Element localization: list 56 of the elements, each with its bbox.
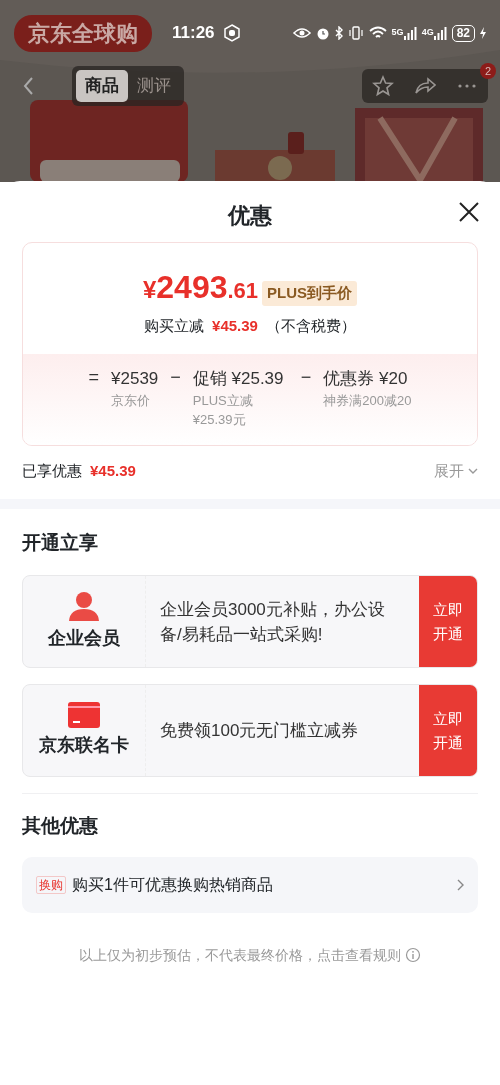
chevron-down-icon <box>468 467 478 475</box>
operator: − <box>300 365 312 389</box>
breakdown-amount: ¥2539 <box>111 367 159 390</box>
signal-icon <box>403 26 417 40</box>
network-label: 5G <box>391 26 404 40</box>
offer-description: 企业会员3000元补贴，办公设备/易耗品一站式采购! <box>160 598 386 646</box>
more-icon <box>458 83 476 88</box>
saving-label: 购买立减 <box>144 316 205 336</box>
section-heading: 其他优惠 <box>22 814 99 838</box>
offer-tag: 换购 <box>36 875 66 894</box>
chevron-right-icon <box>457 878 464 891</box>
breakdown-caption: 神券满200减20 <box>323 392 412 410</box>
offer-name: 企业会员 <box>48 627 120 650</box>
vibrate-icon <box>347 26 364 40</box>
bluetooth-icon <box>334 26 343 40</box>
store-badge: 京东全球购 <box>14 14 152 52</box>
final-price: ¥2493.61 <box>142 268 259 307</box>
disclaimer-text: 以上仅为初步预估，不代表最终价格，点击查看规则 <box>79 945 401 965</box>
sheet-title: 优惠 <box>228 203 272 228</box>
saving-amount: ¥45.39 <box>212 316 258 336</box>
operator: = <box>88 365 99 389</box>
discount-label: 已享优惠 <box>22 461 82 481</box>
discount-amount: ¥45.39 <box>90 461 136 481</box>
network-label: 4G <box>421 26 434 40</box>
eye-icon <box>292 27 311 39</box>
status-time: 11:26 <box>172 22 215 45</box>
chevron-left-icon <box>22 75 34 96</box>
card-icon <box>68 702 100 728</box>
charging-icon <box>480 27 486 39</box>
person-icon <box>68 591 100 621</box>
close-button[interactable] <box>458 201 480 223</box>
operator: − <box>170 365 181 389</box>
wifi-icon <box>368 26 387 40</box>
section-heading: 开通立享 <box>22 530 99 555</box>
offer-description: 免费领100元无门槛立减券 <box>160 720 359 742</box>
battery-level: 82 <box>451 24 475 42</box>
signal-icon <box>433 26 447 40</box>
alarm-icon <box>315 26 330 40</box>
star-icon <box>372 74 394 97</box>
expand-button[interactable]: 展开 <box>434 460 478 483</box>
price-tag: PLUS到手价 <box>262 281 358 306</box>
tab[interactable]: 测评 <box>128 70 180 102</box>
info-icon <box>405 947 421 963</box>
breakdown-amount: 促销 ¥25.39 <box>192 367 285 390</box>
activate-button[interactable]: 立即开通 <box>419 576 477 667</box>
breakdown-caption: PLUS立减¥25.39元 <box>192 392 254 429</box>
tab[interactable]: 商品 <box>76 70 128 102</box>
offer-text: 购买1件可优惠换购热销商品 <box>72 874 273 895</box>
offer-name: 京东联名卡 <box>39 734 129 757</box>
close-icon <box>458 201 480 223</box>
offer-row[interactable]: 换购 购买1件可优惠换购热销商品 <box>22 856 478 913</box>
breakdown-amount: 优惠券 ¥20 <box>323 367 409 390</box>
tax-note: （不含税费） <box>265 316 356 336</box>
activate-button[interactable]: 立即开通 <box>419 685 477 776</box>
breakdown-caption: 京东价 <box>111 392 151 410</box>
hand-icon <box>222 24 241 42</box>
